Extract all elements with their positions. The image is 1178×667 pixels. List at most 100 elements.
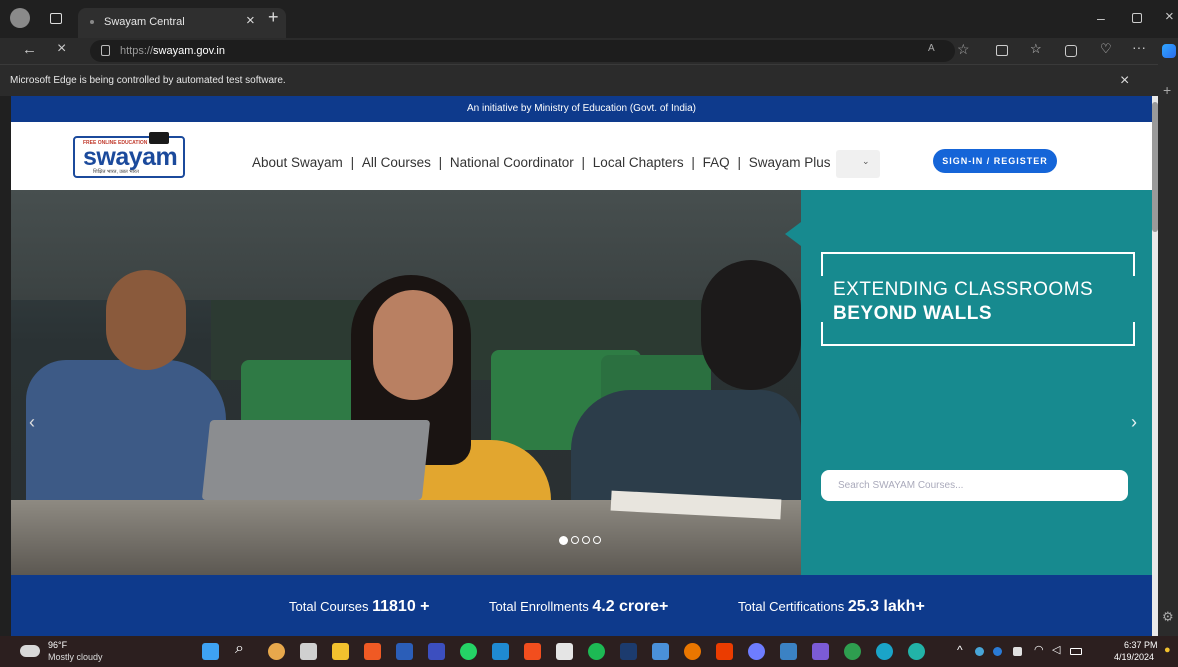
tray-app-icon[interactable] [993, 647, 1002, 656]
blender-icon[interactable] [684, 643, 701, 660]
nav-separator: | [438, 155, 443, 170]
taskbar-app-icon[interactable] [812, 643, 829, 660]
carousel-dot[interactable] [593, 536, 601, 544]
photoshop-icon[interactable] [620, 643, 637, 660]
read-aloud-icon[interactable]: A [928, 43, 935, 54]
file-explorer-icon[interactable] [332, 643, 349, 660]
web-page: An initiative by Ministry of Education (… [11, 96, 1152, 636]
sidebar-add-icon[interactable]: + [1163, 82, 1171, 98]
panel-pointer [785, 222, 801, 246]
tab-actions-icon[interactable] [50, 13, 62, 24]
nav-about-swayam[interactable]: About Swayam [252, 155, 343, 170]
logo-name: swayam [83, 143, 178, 171]
nav-separator: | [737, 155, 741, 170]
logo-sub-text: शिक्षित भारत, उन्नत भारत [93, 169, 139, 175]
brave-browser-icon[interactable] [364, 643, 381, 660]
stat-value: 25.3 lakh+ [847, 598, 925, 615]
stop-loading-icon[interactable]: × [57, 40, 66, 58]
weather-desc: Mostly cloudy [48, 652, 103, 662]
search-courses-input[interactable]: Search SWAYAM Courses... [821, 470, 1128, 501]
edge-icon[interactable] [876, 643, 893, 660]
hero-text-panel: EXTENDING CLASSROOMS BEYOND WALLS › Sear… [801, 190, 1152, 575]
favorite-star-icon[interactable]: ☆ [957, 41, 970, 58]
url-field[interactable]: https://swayam.gov.in [90, 40, 955, 62]
hero-tagline: EXTENDING CLASSROOMS BEYOND WALLS [821, 252, 1135, 346]
clock-date[interactable]: 4/19/2024 [1114, 652, 1154, 662]
carousel-dot[interactable] [582, 536, 590, 544]
notification-bell-icon[interactable]: ● [1164, 644, 1171, 656]
stat-label: Total Certifications [738, 599, 845, 614]
new-tab-icon[interactable]: + [268, 7, 279, 28]
collections-icon[interactable] [1065, 45, 1077, 57]
carousel-next-icon[interactable]: › [1131, 412, 1137, 433]
more-menu-icon[interactable]: ··· [1132, 39, 1146, 55]
windows-taskbar: 96°F Mostly cloudy ⌕ ^ ◠ ◁ 6:37 PM 4/19/… [0, 636, 1178, 667]
stats-bar: Total Courses 11810 + Total Enrollments … [11, 575, 1152, 636]
favorites-icon[interactable]: ☆ [1030, 41, 1042, 57]
nav-separator: | [691, 155, 695, 170]
page-scrollbar-thumb[interactable] [1152, 102, 1158, 232]
chevron-down-icon: ⌄ [862, 156, 870, 166]
figma-icon[interactable] [524, 643, 541, 660]
tab-swayam-central[interactable]: Swayam Central × [78, 8, 286, 38]
lock-icon [101, 45, 110, 56]
tray-chevron-icon[interactable]: ^ [957, 643, 963, 657]
close-window-icon[interactable]: × [1165, 8, 1174, 25]
nav-all-courses[interactable]: All Courses [362, 155, 431, 170]
edge-active-icon[interactable] [908, 643, 925, 660]
vscode-icon[interactable] [492, 643, 509, 660]
stat-value: 11810 + [372, 598, 430, 615]
address-toolbar: ← × https://swayam.gov.in A ☆ ☆ ♡ ··· [0, 38, 1178, 64]
initiative-banner: An initiative by Ministry of Education (… [11, 96, 1152, 122]
restore-icon[interactable] [1132, 13, 1142, 23]
carousel-dot[interactable] [571, 536, 579, 544]
infobar-close-icon[interactable]: × [1120, 65, 1129, 97]
carousel-dot-active[interactable] [559, 536, 568, 545]
windows-start-icon[interactable] [202, 643, 219, 660]
volume-icon[interactable]: ◁ [1052, 643, 1060, 656]
taskbar-app-icon[interactable] [780, 643, 797, 660]
chrome-icon[interactable] [844, 643, 861, 660]
language-select[interactable]: ⌄ [836, 150, 880, 178]
notion-icon[interactable] [556, 643, 573, 660]
minimize-icon[interactable]: – [1097, 10, 1105, 26]
stat-label: Total Enrollments [489, 599, 589, 614]
split-screen-icon[interactable] [996, 45, 1008, 56]
student-right-head [701, 260, 801, 390]
tray-app-icon[interactable] [1013, 647, 1022, 656]
search-icon[interactable]: ⌕ [235, 640, 244, 658]
github-icon[interactable] [748, 643, 765, 660]
nav-faq[interactable]: FAQ [703, 155, 730, 170]
carousel-prev-icon[interactable]: ‹ [29, 412, 35, 433]
word-icon[interactable] [396, 643, 413, 660]
weather-temp: 96°F [48, 640, 68, 650]
spotify-icon[interactable] [588, 643, 605, 660]
back-icon[interactable]: ← [22, 41, 37, 58]
taskbar-app-icon[interactable] [652, 643, 669, 660]
profile-icon[interactable] [10, 8, 30, 28]
nav-swayam-plus[interactable]: Swayam Plus [749, 155, 831, 170]
wifi-icon[interactable]: ◠ [1034, 643, 1044, 656]
browser-essentials-icon[interactable]: ♡ [1100, 41, 1112, 57]
sidebar-rail: + ⚙ [1158, 64, 1178, 636]
taskbar-app-icon[interactable] [428, 643, 445, 660]
battery-icon[interactable] [1070, 648, 1082, 655]
signin-register-button[interactable]: SIGN-IN / REGISTER [933, 149, 1057, 173]
task-view-icon[interactable] [300, 643, 317, 660]
browser-tab-bar: Swayam Central × + – × [0, 0, 1178, 38]
clock-time[interactable]: 6:37 PM [1124, 640, 1158, 650]
office-icon[interactable] [716, 643, 733, 660]
taskbar-app-icon[interactable] [268, 643, 285, 660]
weather-cloud-icon[interactable] [20, 645, 40, 657]
student-center-face [373, 290, 453, 400]
tab-close-icon[interactable]: × [246, 12, 255, 29]
laptop [201, 420, 431, 500]
student-left-head [106, 270, 186, 370]
copilot-icon[interactable] [1162, 44, 1176, 58]
nav-national-coordinator[interactable]: National Coordinator [450, 155, 574, 170]
whatsapp-icon[interactable] [460, 643, 477, 660]
nav-local-chapters[interactable]: Local Chapters [593, 155, 684, 170]
sidebar-settings-icon[interactable]: ⚙ [1162, 609, 1174, 625]
tray-app-icon[interactable] [975, 647, 984, 656]
swayam-logo[interactable]: FREE ONLINE EDUCATION swayam शिक्षित भार… [73, 132, 185, 178]
